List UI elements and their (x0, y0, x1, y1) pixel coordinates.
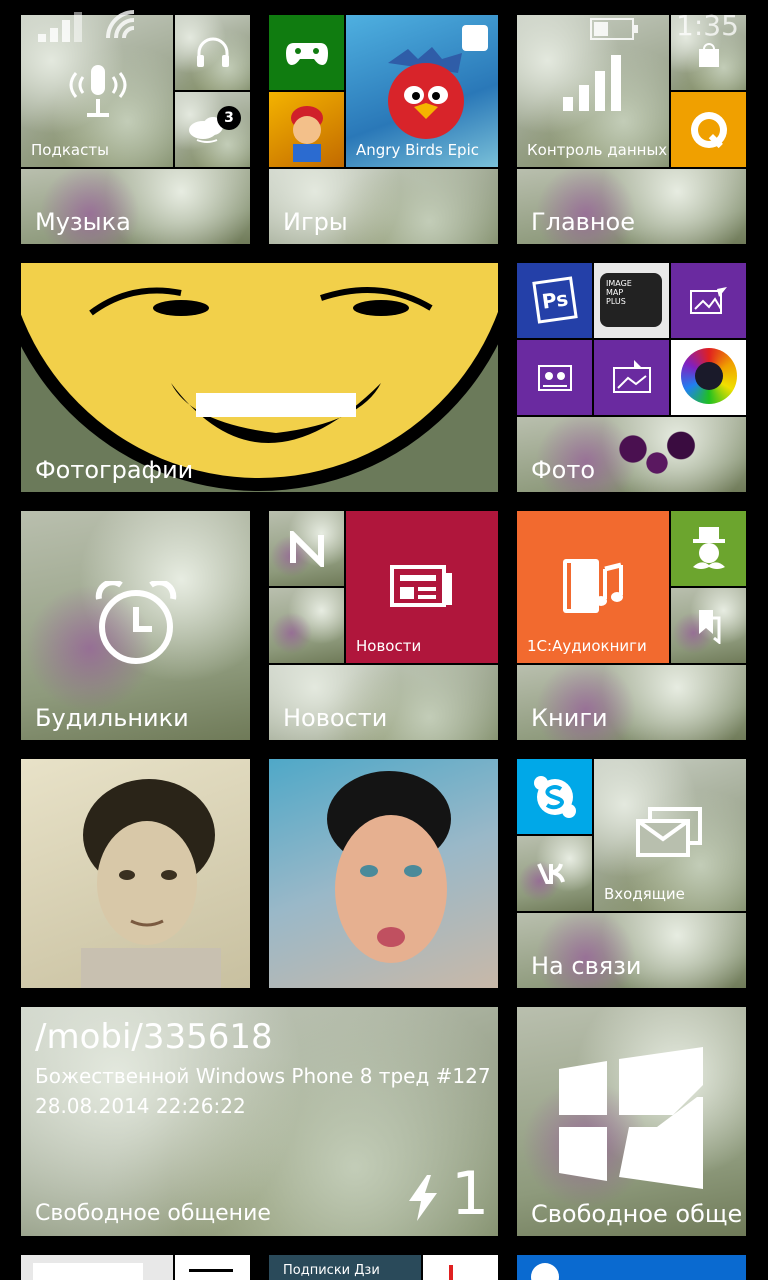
sberbank-tile[interactable] (671, 92, 746, 167)
camera-lens-tile[interactable] (671, 340, 746, 415)
flower-frame-icon (537, 362, 573, 392)
news-app-label: Новости (356, 637, 422, 655)
mobi-datetime: 28.08.2014 22:26:22 (35, 1094, 246, 1118)
podcasts-badge: 3 (217, 106, 241, 130)
contact-photo-tile-2[interactable] (269, 759, 498, 988)
circle-icon (531, 1263, 559, 1280)
angry-birds-label: Angry Birds Epic (356, 141, 479, 159)
on-touch-tile[interactable]: На связи (517, 913, 746, 988)
angry-bird-icon (378, 43, 474, 143)
camera-icon: IMAGE MAP PLUS (600, 273, 662, 327)
mobi-subtitle: Божественной Windows Phone 8 тред #127 (35, 1064, 491, 1088)
image-edit-icon (689, 285, 729, 317)
image-map-plus-tile[interactable]: IMAGE MAP PLUS (594, 263, 669, 338)
news-n-tile[interactable] (269, 511, 344, 586)
skype-tile[interactable] (517, 759, 592, 834)
mobi-label: Свободное общение (35, 1201, 271, 1226)
bottom-tile-3[interactable]: Подписки Дзи (269, 1255, 421, 1280)
games-label: Игры (283, 208, 348, 236)
mobi-thread-tile[interactable]: /mobi/335618 Божественной Windows Phone … (21, 1007, 498, 1236)
on-touch-label: На связи (531, 952, 642, 980)
books-tile[interactable]: Книги (517, 665, 746, 740)
bottom-tile-4[interactable] (423, 1255, 498, 1280)
bank-logo-icon (687, 108, 731, 152)
battery-icon (590, 18, 640, 40)
gentleman-icon (687, 525, 731, 573)
main-label: Главное (531, 208, 635, 236)
game-character-icon (283, 100, 331, 162)
landscape-icon (612, 358, 652, 394)
clock: 1:35 (676, 9, 739, 42)
mail-icon (636, 807, 702, 859)
bottom-tile-3-text: Подписки Дзи (283, 1263, 380, 1278)
weather-tile[interactable]: 3 (175, 92, 250, 167)
mobi-title: /mobi/335618 (35, 1017, 273, 1057)
microphone-icon (67, 63, 129, 123)
photoshop-icon: Ps (532, 276, 578, 324)
bookmark-app-tile[interactable] (671, 588, 746, 663)
news-blank-tile[interactable] (269, 588, 344, 663)
document-icon (33, 1263, 143, 1280)
lens-icon (681, 348, 737, 404)
flower-app-tile[interactable] (517, 340, 592, 415)
audiobooks-tile[interactable]: 1С:Аудиокниги (517, 511, 669, 663)
audiobooks-label: 1С:Аудиокниги (527, 637, 647, 655)
person-portrait-image (299, 759, 469, 988)
status-bar: 1:35 (0, 0, 768, 46)
music-tile[interactable]: Музыка (21, 169, 250, 244)
wifi-icon (104, 8, 138, 42)
alarms-label: Будильники (35, 704, 189, 732)
letter-n-icon (289, 531, 325, 567)
photo-art-tile[interactable] (594, 340, 669, 415)
broken-windows-icon (555, 1047, 707, 1189)
signal-icon (38, 10, 86, 42)
podcasts-label: Подкасты (31, 141, 109, 159)
photoshop-tile[interactable]: Ps (517, 263, 592, 338)
grid-icon (189, 1269, 233, 1280)
inbox-label: Входящие (604, 885, 685, 903)
signal-bars-icon (563, 53, 623, 113)
bottom-tile-5[interactable] (517, 1255, 746, 1280)
vk-icon (537, 862, 573, 884)
inbox-tile[interactable]: Входящие (594, 759, 746, 911)
subway-surfers-tile[interactable] (269, 92, 344, 167)
books-label: Книги (531, 704, 608, 732)
music-label: Музыка (35, 208, 131, 236)
main-tile[interactable]: Главное (517, 169, 746, 244)
person-portrait-image (61, 773, 231, 988)
photos-label: Фотографии (35, 456, 194, 484)
photo-label: Фото (531, 456, 596, 484)
alarm-clock-icon (95, 581, 177, 667)
photo-tile[interactable]: Фото (517, 417, 746, 492)
free-chat-tile[interactable]: Свободное обще (517, 1007, 746, 1236)
news-label: Новости (283, 704, 388, 732)
skype-icon (533, 775, 577, 819)
bookmark-icon (695, 608, 723, 644)
news-app-tile[interactable]: Новости (346, 511, 498, 663)
mustache-app-tile[interactable] (671, 511, 746, 586)
yandex-icon (449, 1265, 463, 1280)
vk-tile[interactable] (517, 836, 592, 911)
bottom-tile-2[interactable] (175, 1255, 250, 1280)
photo-editor-tile[interactable] (671, 263, 746, 338)
data-control-label: Контроль данных (527, 141, 668, 159)
mobi-count: 1 (451, 1159, 490, 1229)
berries-image (597, 421, 717, 491)
news-tile[interactable]: Новости (269, 665, 498, 740)
free-chat-label: Свободное обще (531, 1200, 743, 1228)
lightning-icon (407, 1175, 441, 1221)
audiobook-icon (561, 555, 627, 619)
games-tile[interactable]: Игры (269, 169, 498, 244)
alarms-tile[interactable]: Будильники (21, 511, 250, 740)
newspaper-icon (390, 563, 454, 609)
photos-tile[interactable]: Фотографии (21, 263, 498, 492)
bottom-tile-1[interactable] (21, 1255, 173, 1280)
contact-photo-tile-1[interactable] (21, 759, 250, 988)
